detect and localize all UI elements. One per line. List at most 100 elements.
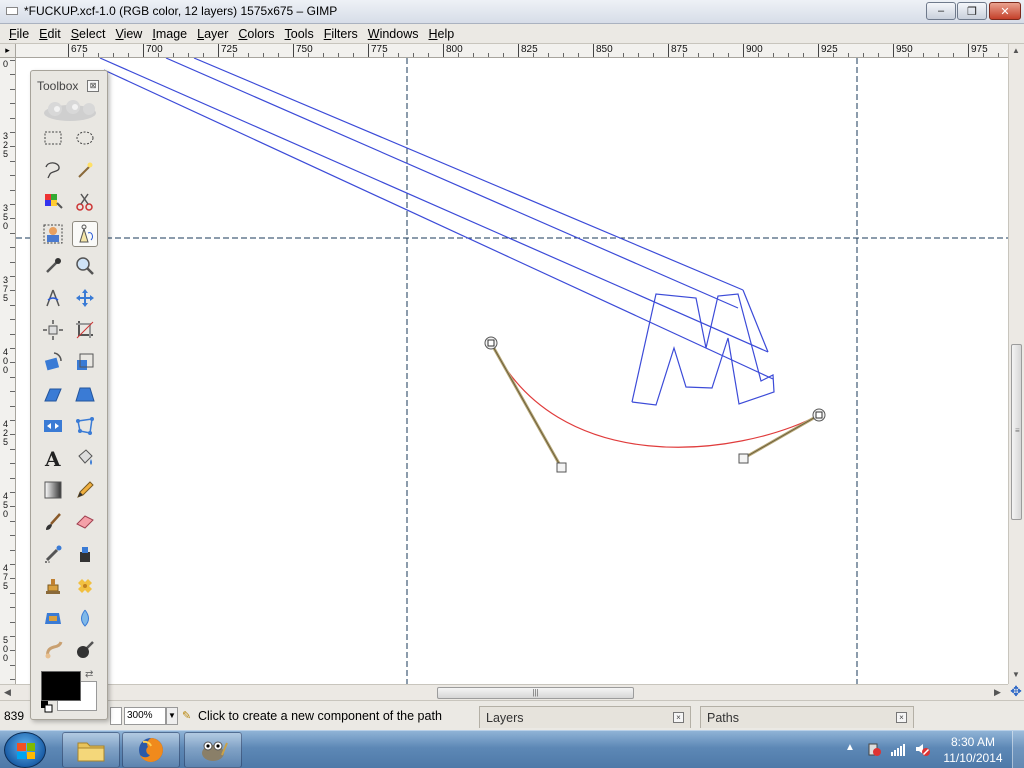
tool-heal[interactable] <box>72 573 98 599</box>
image-canvas[interactable] <box>16 58 1008 684</box>
tool-text[interactable]: A <box>40 445 66 471</box>
scroll-up-arrow[interactable]: ▲ <box>1012 46 1020 55</box>
taskbar-gimp-button[interactable] <box>184 732 242 768</box>
start-button[interactable] <box>4 732 46 768</box>
clock-time[interactable]: 8:30 AM <box>936 735 1010 749</box>
close-button[interactable]: ✕ <box>989 2 1021 20</box>
path-line <box>165 58 739 309</box>
tool-zoom[interactable] <box>72 253 98 279</box>
tool-scissors-select[interactable] <box>72 189 98 215</box>
menu-file[interactable]: File <box>4 25 34 43</box>
tool-cage-transform[interactable] <box>72 413 98 439</box>
tool-free-select[interactable] <box>40 157 66 183</box>
menu-view[interactable]: View <box>110 25 147 43</box>
tool-scale[interactable] <box>72 349 98 375</box>
tab-paths[interactable]: Paths × <box>700 706 914 728</box>
tool-rect-select[interactable] <box>40 125 66 151</box>
volume-muted-icon[interactable] <box>914 741 930 757</box>
scroll-down-arrow[interactable]: ▼ <box>1012 670 1020 679</box>
window-icon[interactable] <box>6 7 18 15</box>
ruler-tick: 925 <box>818 44 838 57</box>
tool-crop[interactable] <box>72 317 98 343</box>
tool-blend[interactable] <box>40 477 66 503</box>
vertical-ruler[interactable]: 0 325 350 375 400 425 450 475 500 <box>0 58 16 684</box>
zoom-input[interactable]: 300% <box>124 707 166 725</box>
horizontal-scrollbar[interactable]: ◀ ||| ▶ <box>0 684 1008 700</box>
canvas-drawing[interactable] <box>16 58 1008 684</box>
tool-blur-sharpen[interactable] <box>72 605 98 631</box>
ruler-minor-tick <box>848 53 849 57</box>
close-tab-icon[interactable]: × <box>673 712 684 723</box>
menu-select[interactable]: Select <box>66 25 111 43</box>
scroll-right-arrow[interactable]: ▶ <box>994 687 1001 698</box>
tool-foreground-select[interactable] <box>40 221 66 247</box>
reset-colors-icon[interactable] <box>41 701 53 713</box>
align-icon <box>43 320 63 340</box>
show-desktop-button[interactable] <box>1012 731 1024 768</box>
handle-point[interactable] <box>556 462 567 473</box>
tool-select-by-color[interactable] <box>40 189 66 215</box>
tool-perspective-clone[interactable] <box>40 605 66 631</box>
tool-measure[interactable] <box>40 285 66 311</box>
taskbar-explorer-button[interactable] <box>62 732 120 768</box>
menu-colors[interactable]: Colors <box>233 25 279 43</box>
menu-tools[interactable]: Tools <box>280 25 319 43</box>
horizontal-ruler[interactable]: 675 700 725 750 775 800 825 850 875 900 925 950 975 <box>16 44 1008 58</box>
ruler-minor-tick <box>923 53 924 57</box>
handle-point[interactable] <box>738 453 749 464</box>
ruler-minor-tick <box>623 53 624 57</box>
unit-selector[interactable] <box>110 707 122 725</box>
quick-mask-toggle[interactable]: ▸ <box>0 44 16 58</box>
tool-paths[interactable] <box>72 221 98 247</box>
taskbar-firefox-button[interactable] <box>122 732 180 768</box>
tool-pencil[interactable] <box>72 477 98 503</box>
zoom-dropdown-icon[interactable]: ▼ <box>166 707 178 725</box>
tool-ink[interactable] <box>72 541 98 567</box>
network-signal-icon[interactable] <box>890 741 906 757</box>
close-icon[interactable]: ⊠ <box>87 80 99 92</box>
scroll-left-arrow[interactable]: ◀ <box>4 687 11 698</box>
tool-move[interactable] <box>72 285 98 311</box>
tool-color-picker[interactable] <box>40 253 66 279</box>
ruler-label: 725 <box>221 44 238 55</box>
tool-clone[interactable] <box>40 573 66 599</box>
foreground-color-swatch[interactable] <box>41 671 81 701</box>
swap-colors-icon[interactable]: ⇄ <box>85 669 93 680</box>
tool-eraser[interactable] <box>72 509 98 535</box>
menu-help[interactable]: Help <box>423 25 459 43</box>
ruler-tick: 775 <box>368 44 388 57</box>
horizontal-scroll-thumb[interactable]: ||| <box>437 687 634 699</box>
minimize-button[interactable]: – <box>926 2 956 20</box>
tool-perspective[interactable] <box>72 381 98 407</box>
measure-icon <box>46 289 60 307</box>
tab-layers[interactable]: Layers × <box>479 706 691 728</box>
clock-date[interactable]: 11/10/2014 <box>936 751 1010 765</box>
vertical-scrollbar[interactable]: ▲ ≡ ▼ <box>1008 44 1024 684</box>
tool-fuzzy-select[interactable] <box>72 157 98 183</box>
safely-remove-hardware-icon[interactable] <box>866 741 882 757</box>
bucket-fill-icon <box>78 449 93 465</box>
tool-paintbrush[interactable] <box>40 509 66 535</box>
vertical-scroll-thumb[interactable]: ≡ <box>1011 344 1022 520</box>
menu-windows[interactable]: Windows <box>363 25 424 43</box>
tool-airbrush[interactable] <box>40 541 66 567</box>
window-title: *FUCKUP.xcf-1.0 (RGB color, 12 layers) 1… <box>24 4 338 18</box>
tool-flip[interactable] <box>40 413 66 439</box>
menu-image[interactable]: Image <box>147 25 192 43</box>
menu-edit[interactable]: Edit <box>34 25 66 43</box>
show-hidden-icons-icon[interactable]: ▲ <box>845 742 855 753</box>
menu-filters[interactable]: Filters <box>319 25 363 43</box>
tool-shear[interactable] <box>40 381 66 407</box>
ruler-minor-tick <box>803 53 804 57</box>
tool-bucket-fill[interactable] <box>72 445 98 471</box>
navigate-icon[interactable]: ✥ <box>1008 684 1024 700</box>
ruler-minor-tick <box>578 53 579 57</box>
tool-ellipse-select[interactable] <box>72 125 98 151</box>
tool-smudge[interactable] <box>40 637 66 663</box>
menu-layer[interactable]: Layer <box>192 25 233 43</box>
tool-dodge-burn[interactable] <box>72 637 98 663</box>
tool-rotate[interactable] <box>40 349 66 375</box>
tool-align[interactable] <box>40 317 66 343</box>
maximize-button[interactable]: ❐ <box>957 2 987 20</box>
close-tab-icon[interactable]: × <box>896 712 907 723</box>
